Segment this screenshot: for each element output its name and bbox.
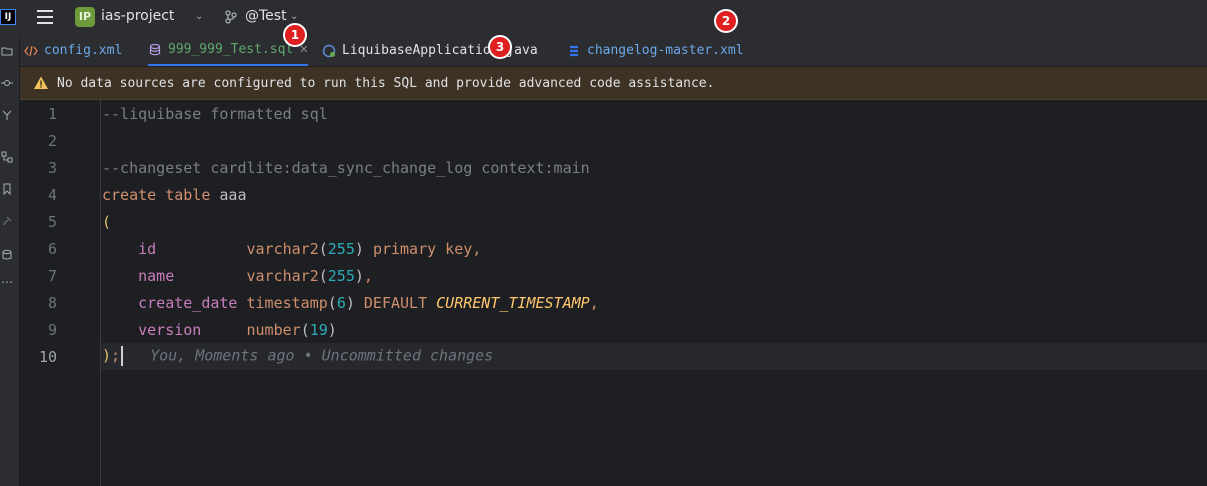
line-number: 10	[38, 348, 57, 366]
text-caret	[121, 346, 124, 366]
chevron-down-icon[interactable]: ⌄	[195, 11, 203, 22]
code-line-7[interactable]: name varchar2(255),	[102, 267, 373, 285]
app-logo-icon[interactable]: IJ	[0, 9, 16, 25]
spring-class-icon	[322, 44, 336, 57]
line-number: 5	[47, 213, 57, 231]
build-icon[interactable]	[1, 215, 13, 227]
git-branch-icon[interactable]	[224, 10, 238, 24]
code-line-3[interactable]: --changeset cardlite:data_sync_change_lo…	[102, 159, 590, 177]
line-number: 1	[47, 105, 57, 123]
code-line-1[interactable]: --liquibase formatted sql	[102, 105, 328, 123]
main-menu-icon[interactable]	[37, 10, 53, 24]
line-number: 7	[47, 267, 57, 285]
structure-icon[interactable]	[1, 151, 13, 163]
line-number: 9	[47, 321, 57, 339]
title-bar: IJ IP ias-project ⌄ @Test ⌄	[0, 0, 1207, 35]
line-number: 4	[47, 186, 57, 204]
commit-icon[interactable]	[1, 77, 13, 89]
code-line-5[interactable]: (	[102, 213, 111, 231]
bookmark-icon[interactable]	[1, 183, 13, 195]
folder-icon[interactable]	[1, 45, 13, 57]
tab-config-xml[interactable]: config.xml	[24, 35, 122, 66]
inline-blame: You, Moments ago • Uncommitted changes	[150, 346, 494, 365]
tab-label: changelog-master.xml	[587, 43, 744, 58]
tool-window-strip: ⋯	[0, 35, 20, 486]
code-line-10[interactable]: ); You, Moments ago • Uncommitted changes	[102, 346, 493, 366]
code-line-4[interactable]: create table aaa	[102, 186, 247, 204]
no-datasource-banner: No data sources are configured to run th…	[20, 67, 1207, 100]
liquibase-icon	[570, 45, 578, 56]
tab-label: 999_999_Test.sql	[168, 42, 294, 57]
chevron-down-icon[interactable]: ⌄	[290, 11, 298, 22]
code-line-9[interactable]: version number(19)	[102, 321, 337, 339]
code-line-8[interactable]: create_date timestamp(6) DEFAULT CURRENT…	[102, 294, 599, 312]
database-icon	[149, 43, 161, 55]
banner-text: No data sources are configured to run th…	[57, 75, 715, 91]
pull-request-icon[interactable]	[1, 109, 13, 121]
project-name[interactable]: ias-project	[101, 8, 174, 24]
code-editor[interactable]: 1 2 3 4 5 6 7 8 9 10 --liquibase formatt…	[20, 100, 1207, 486]
gutter-divider	[100, 100, 101, 486]
code-comment: --liquibase formatted sql	[102, 105, 328, 123]
code-line-6[interactable]: id varchar2(255) primary key,	[102, 240, 481, 258]
warning-icon	[34, 76, 48, 89]
line-number: 3	[47, 159, 57, 177]
more-tools-icon[interactable]: ⋯	[1, 275, 13, 289]
line-number: 6	[47, 240, 57, 258]
project-badge[interactable]: IP	[75, 7, 95, 27]
database-tool-icon[interactable]	[1, 249, 13, 261]
marker-1: 1	[283, 23, 307, 47]
branch-name[interactable]: @Test	[245, 8, 287, 24]
tab-changelog-master-xml[interactable]: changelog-master.xml	[567, 35, 744, 66]
line-number: 2	[47, 132, 57, 150]
line-number-gutter[interactable]: 1 2 3 4 5 6 7 8 9 10	[20, 100, 100, 486]
marker-3: 3	[488, 35, 512, 59]
line-number: 8	[47, 294, 57, 312]
editor-tab-bar: config.xml 999_999_Test.sql ✕ LiquibaseA…	[20, 35, 1207, 67]
code-comment: --changeset cardlite:data_sync_change_lo…	[102, 159, 590, 177]
tab-label: config.xml	[44, 43, 123, 58]
marker-2: 2	[714, 9, 738, 33]
xml-icon	[24, 45, 38, 56]
